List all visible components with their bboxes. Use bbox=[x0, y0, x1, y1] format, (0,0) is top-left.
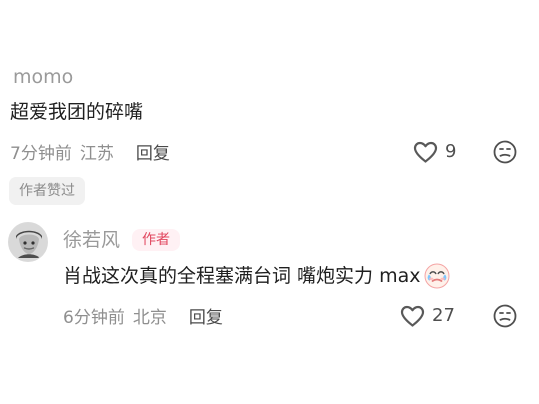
heart-outline-icon bbox=[399, 304, 426, 328]
reply-username[interactable]: 徐若风 bbox=[63, 229, 120, 251]
author-badge: 作者 bbox=[132, 229, 181, 251]
reply-text: 肖战这次真的全程塞满台词 嘴炮实力 max bbox=[63, 265, 421, 287]
comment-dislike-button[interactable] bbox=[492, 139, 518, 165]
comment-like-button[interactable]: 9 bbox=[412, 140, 456, 164]
comment-reply-button[interactable]: 回复 bbox=[136, 139, 170, 164]
comment-like-count: 9 bbox=[445, 141, 457, 162]
reply-like-count: 27 bbox=[432, 305, 455, 326]
heart-outline-icon bbox=[412, 140, 439, 164]
reply-meta: 6分钟前 北京 回复 bbox=[63, 302, 223, 328]
comment-text: 超爱我团的碎嘴 bbox=[10, 101, 144, 123]
reply-time: 6分钟前 bbox=[63, 307, 125, 328]
reply-avatar[interactable] bbox=[8, 222, 48, 262]
reply-reply-button[interactable]: 回复 bbox=[189, 303, 223, 328]
comment-location: 江苏 bbox=[79, 143, 114, 164]
comment-meta: 7分钟前 江苏 回复 bbox=[10, 138, 170, 164]
comment-time: 7分钟前 bbox=[10, 143, 72, 164]
reply-location: 北京 bbox=[132, 307, 167, 328]
comment-username[interactable]: momo bbox=[13, 66, 73, 88]
reply-dislike-button[interactable] bbox=[492, 303, 518, 329]
reply-header: 徐若风 作者 bbox=[63, 229, 181, 251]
reply-like-button[interactable]: 27 bbox=[399, 304, 455, 328]
author-liked-badge: 作者赞过 bbox=[9, 177, 85, 205]
sad-face-icon bbox=[492, 303, 518, 329]
reply-text-row: 肖战这次真的全程塞满台词 嘴炮实力 max bbox=[63, 262, 452, 290]
sad-face-icon bbox=[492, 139, 518, 165]
crying-emoji-icon bbox=[422, 262, 452, 290]
